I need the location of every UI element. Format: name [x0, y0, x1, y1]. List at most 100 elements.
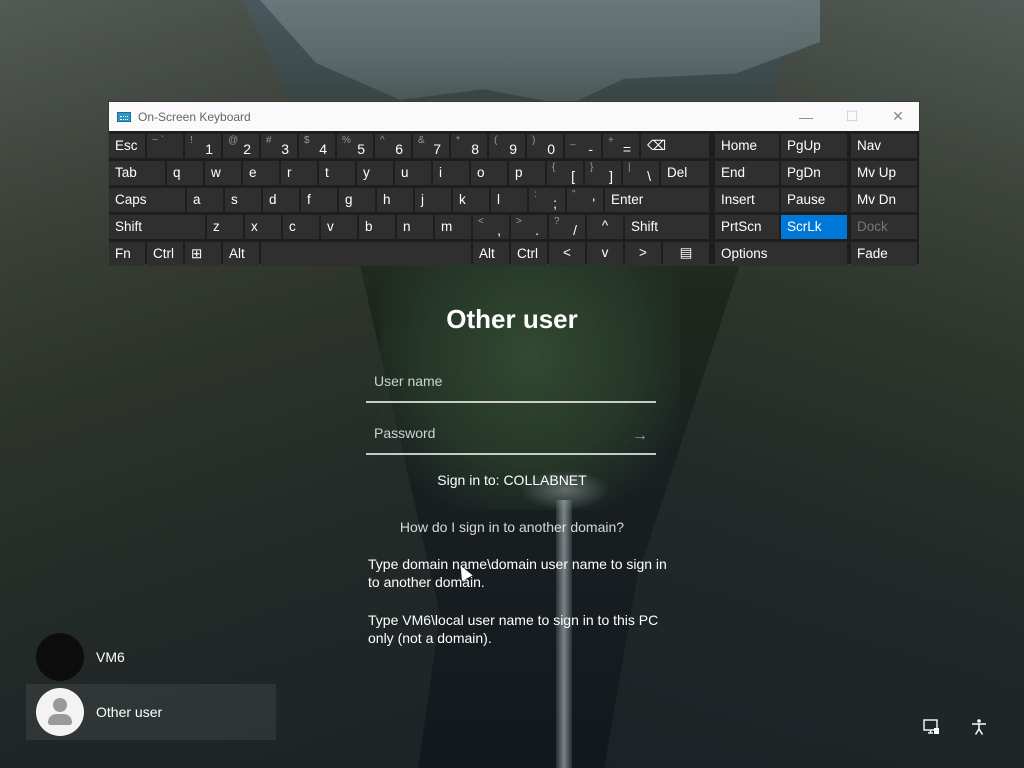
key-lctrl[interactable]: Ctrl [147, 242, 183, 266]
key-a[interactable]: a [187, 188, 223, 212]
key-z[interactable]: z [207, 215, 243, 239]
key-4[interactable]: $4 [299, 134, 335, 158]
key-quote[interactable]: " ' [567, 188, 603, 212]
accessibility-icon[interactable] [968, 716, 990, 738]
key-f[interactable]: f [301, 188, 337, 212]
username-input[interactable] [366, 367, 642, 395]
key-mvdn[interactable]: Mv Dn [851, 188, 917, 212]
key-dock[interactable]: Dock [851, 215, 917, 239]
key-9[interactable]: (9 [489, 134, 525, 158]
key-g[interactable]: g [339, 188, 375, 212]
key-equals[interactable]: + = [603, 134, 639, 158]
key-backspace[interactable]: ⌫ [641, 134, 709, 158]
key-pgup[interactable]: PgUp [781, 134, 847, 158]
key-o[interactable]: o [471, 161, 507, 185]
key-caps[interactable]: Caps [109, 188, 185, 212]
key-ralt[interactable]: Alt [473, 242, 509, 266]
key-insert[interactable]: Insert [715, 188, 779, 212]
key-fade[interactable]: Fade [851, 242, 917, 266]
key-6[interactable]: ^ 6 [375, 134, 411, 158]
key-lshift[interactable]: Shift [109, 215, 205, 239]
key-label: Pause [787, 192, 826, 207]
password-input[interactable] [366, 419, 642, 447]
key-k[interactable]: k [453, 188, 489, 212]
key-t[interactable]: t [319, 161, 355, 185]
key-lbracket[interactable]: {[ [547, 161, 583, 185]
key-j[interactable]: j [415, 188, 451, 212]
key-down[interactable]: v [587, 242, 623, 266]
key-end[interactable]: End [715, 161, 779, 185]
user-tile-vm6[interactable]: VM6 [26, 629, 276, 685]
key-q[interactable]: q [167, 161, 203, 185]
key-minus[interactable]: _ - [565, 134, 601, 158]
key-label: 3 [281, 141, 289, 157]
key-pgdn[interactable]: PgDn [781, 161, 847, 185]
key-8[interactable]: * 8 [451, 134, 487, 158]
domain-help-link[interactable]: How do I sign in to another domain? [0, 519, 1024, 535]
key-m[interactable]: m [435, 215, 471, 239]
key-tilde[interactable]: ~ ` [147, 134, 183, 158]
key-i[interactable]: i [433, 161, 469, 185]
key-rctrl[interactable]: Ctrl [511, 242, 547, 266]
minimize-button[interactable]: — [783, 102, 829, 131]
key-left[interactable]: < [549, 242, 585, 266]
key-comma[interactable]: <, [473, 215, 509, 239]
key-y[interactable]: y [357, 161, 393, 185]
key-label: = [622, 141, 631, 157]
key-c[interactable]: c [283, 215, 319, 239]
network-icon[interactable] [920, 716, 942, 738]
username-field[interactable] [366, 367, 656, 403]
key-space[interactable] [261, 242, 471, 266]
user-tile-other[interactable]: Other user [26, 684, 276, 740]
key-enter[interactable]: Enter [605, 188, 709, 212]
key-right[interactable]: > [625, 242, 661, 266]
key-1[interactable]: ! 1 [185, 134, 221, 158]
key-rbracket[interactable]: }] [585, 161, 621, 185]
key-nav[interactable]: Nav [851, 134, 917, 158]
key-x[interactable]: x [245, 215, 281, 239]
key-h[interactable]: h [377, 188, 413, 212]
key-prtscn[interactable]: PrtScn [715, 215, 779, 239]
key-up[interactable]: ^ [587, 215, 623, 239]
key-5[interactable]: % 5 [337, 134, 373, 158]
key-l[interactable]: l [491, 188, 527, 212]
key-v[interactable]: v [321, 215, 357, 239]
key-2[interactable]: @2 [223, 134, 259, 158]
key-rshift[interactable]: Shift [625, 215, 709, 239]
key-u[interactable]: u [395, 161, 431, 185]
key-b[interactable]: b [359, 215, 395, 239]
key-d[interactable]: d [263, 188, 299, 212]
key-fn[interactable]: Fn [109, 242, 145, 266]
key-tab[interactable]: Tab [109, 161, 165, 185]
key-del[interactable]: Del [661, 161, 709, 185]
key-r[interactable]: r [281, 161, 317, 185]
key-shift-label: } [590, 162, 594, 173]
submit-arrow-icon[interactable]: → [632, 427, 648, 445]
key-win[interactable]: ⊞ [185, 242, 221, 266]
close-button[interactable]: ✕ [875, 102, 921, 131]
key-menu[interactable]: ▤ [663, 242, 709, 266]
key-s[interactable]: s [225, 188, 261, 212]
key-w[interactable]: w [205, 161, 241, 185]
key-options[interactable]: Options [715, 242, 847, 266]
key-slash[interactable]: ? / [549, 215, 585, 239]
password-field[interactable]: → [366, 419, 656, 455]
key-n[interactable]: n [397, 215, 433, 239]
key-mvup[interactable]: Mv Up [851, 161, 917, 185]
key-7[interactable]: & 7 [413, 134, 449, 158]
key-lalt[interactable]: Alt [223, 242, 259, 266]
key-semicolon[interactable]: :; [529, 188, 565, 212]
key-backslash[interactable]: | \ [623, 161, 659, 185]
osk-titlebar[interactable]: On-Screen Keyboard — ☐ ✕ [109, 102, 919, 131]
key-period[interactable]: >. [511, 215, 547, 239]
key-scrlk[interactable]: ScrLk [781, 215, 847, 239]
key-home[interactable]: Home [715, 134, 779, 158]
key-p[interactable]: p [509, 161, 545, 185]
key-pause[interactable]: Pause [781, 188, 847, 212]
maximize-button[interactable]: ☐ [829, 102, 875, 131]
key-e[interactable]: e [243, 161, 279, 185]
key-label: < [563, 245, 571, 260]
key-3[interactable]: #3 [261, 134, 297, 158]
key-0[interactable]: ) 0 [527, 134, 563, 158]
key-esc[interactable]: Esc [109, 134, 145, 158]
